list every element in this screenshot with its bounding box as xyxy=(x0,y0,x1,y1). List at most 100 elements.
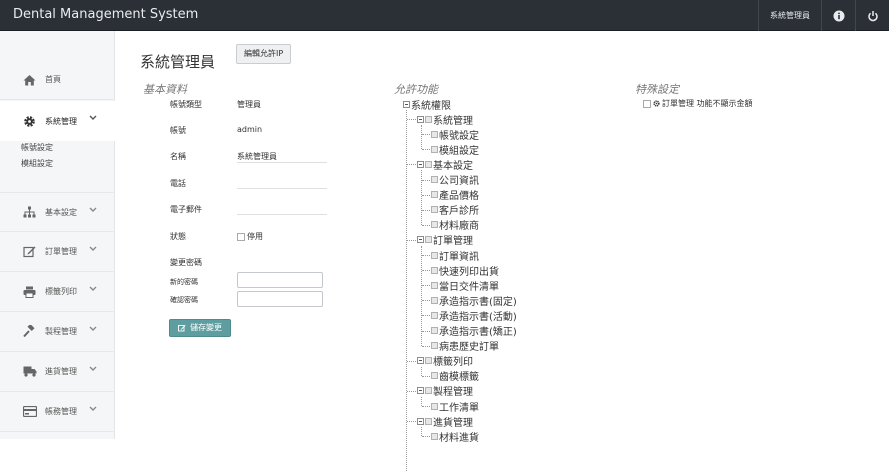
tree-connector xyxy=(422,255,430,256)
tree-connector xyxy=(422,375,430,377)
tree-leaf-node: 帳號設定 xyxy=(431,127,479,142)
hide-amount-checkbox[interactable] xyxy=(643,99,651,108)
tree-collapse-icon[interactable] xyxy=(417,115,424,123)
tree-checkbox[interactable] xyxy=(431,145,438,153)
confirm-password-input[interactable] xyxy=(237,291,323,307)
tree-checkbox[interactable] xyxy=(431,402,438,410)
tree-node-label[interactable]: 系統權限 xyxy=(411,97,451,112)
tree-checkbox[interactable] xyxy=(425,387,432,395)
info-button[interactable] xyxy=(821,0,855,31)
new-password-input[interactable] xyxy=(237,272,323,288)
tree-node-label[interactable]: 病患歷史訂單 xyxy=(439,338,499,353)
tree-connector xyxy=(422,179,430,181)
tree-leaf-node: 工作清單 xyxy=(431,399,479,414)
tree-node-label[interactable]: 材料進貨 xyxy=(439,429,479,444)
email-input[interactable] xyxy=(237,203,327,215)
logout-button[interactable] xyxy=(855,0,889,31)
tree-checkbox[interactable] xyxy=(425,115,432,123)
tree-node-label[interactable]: 快速列印出貨 xyxy=(439,263,499,278)
special-setting-hide-amount: 訂單管理 功能不顯示金額 xyxy=(643,98,753,109)
tree-node-label[interactable]: 當日交件清單 xyxy=(439,278,499,293)
tree-leaf-node: 訂單資訊 xyxy=(431,248,479,263)
tree-connector xyxy=(421,245,422,346)
tree-checkbox[interactable] xyxy=(431,206,438,214)
tree-node-label[interactable]: 工作清單 xyxy=(439,399,479,414)
tree-node-label[interactable]: 產品價格 xyxy=(439,187,479,202)
tree-collapse-icon[interactable] xyxy=(417,236,424,244)
edit-allowed-ip-button[interactable]: 編輯允許IP xyxy=(236,44,292,64)
save-changes-button[interactable]: 儲存變更 xyxy=(169,319,231,337)
tree-leaf-node: 當日交件清單 xyxy=(431,278,499,293)
card-icon xyxy=(22,404,37,419)
tree-checkbox[interactable] xyxy=(431,221,438,229)
tree-checkbox[interactable] xyxy=(425,417,432,425)
tree-checkbox[interactable] xyxy=(425,236,432,244)
tree-collapse-icon[interactable] xyxy=(417,417,424,425)
sidebar-item-account[interactable]: 帳務管理 xyxy=(0,392,115,432)
tree-collapse-icon[interactable] xyxy=(417,387,424,395)
gavel-icon xyxy=(22,324,37,339)
status-disable-checkbox-group: 停用 xyxy=(237,231,263,242)
tree-node-label[interactable]: 訂單管理 xyxy=(433,232,473,247)
tree-leaf-node: 材料廠商 xyxy=(431,217,479,232)
sidebar-sub-account[interactable]: 帳號設定 xyxy=(21,142,53,153)
tree-node-label[interactable]: 承造指示書(活動) xyxy=(439,308,517,323)
sidebar-sub-module[interactable]: 模組設定 xyxy=(21,158,53,169)
tree-collapse-icon[interactable] xyxy=(403,100,410,108)
sidebar-item-system[interactable]: 系統管理 xyxy=(0,101,115,141)
sidebar-item-label: 系統管理 xyxy=(45,116,77,126)
tree-node-label[interactable]: 訂單資訊 xyxy=(439,248,479,263)
tree-node-label[interactable]: 客戶診所 xyxy=(439,202,479,217)
tree-checkbox[interactable] xyxy=(431,130,438,138)
tree-node-label[interactable]: 基本設定 xyxy=(433,157,473,172)
tree-collapse-icon[interactable] xyxy=(417,160,424,168)
phone-input[interactable] xyxy=(237,177,327,189)
chevron-down-icon xyxy=(89,207,97,212)
tree-node-label[interactable]: 進貨管理 xyxy=(433,414,473,429)
name-input[interactable]: 系統管理員 xyxy=(237,151,277,162)
sidebar-item-process[interactable]: 製程管理 xyxy=(0,312,115,352)
tree-checkbox[interactable] xyxy=(431,251,438,259)
sidebar-item-home[interactable]: 首頁 xyxy=(0,60,115,100)
tree-checkbox[interactable] xyxy=(425,357,432,365)
tree-checkbox[interactable] xyxy=(431,327,438,334)
email-label: 電子郵件 xyxy=(170,205,202,214)
tree-checkbox[interactable] xyxy=(431,372,438,380)
tree-node-label[interactable]: 標籤列印 xyxy=(433,353,473,368)
tree-node-label[interactable]: 公司資訊 xyxy=(439,172,479,187)
tree-collapse-icon[interactable] xyxy=(417,357,424,365)
sidebar-item-purchase[interactable]: 進貨管理 xyxy=(0,352,115,392)
tree-node-label[interactable]: 模組設定 xyxy=(439,142,479,157)
tree-checkbox[interactable] xyxy=(431,176,438,183)
tree-connector xyxy=(407,164,416,166)
tree-leaf-node: 承造指示書(活動) xyxy=(431,308,517,323)
brand-title[interactable]: Dental Management System xyxy=(13,7,198,22)
tree-connector xyxy=(422,224,430,226)
sidebar-item-basic[interactable]: 基本設定 xyxy=(0,192,115,232)
tree-checkbox[interactable] xyxy=(431,311,438,319)
name-label: 名稱 xyxy=(170,152,186,161)
tree-connector xyxy=(421,170,422,225)
tree-checkbox[interactable] xyxy=(431,191,438,199)
tree-node-label[interactable]: 承造指示書(固定) xyxy=(439,293,517,308)
current-user-menu[interactable]: 系統管理員 xyxy=(758,0,821,31)
tree-checkbox[interactable] xyxy=(431,296,438,304)
tree-checkbox[interactable] xyxy=(431,281,438,289)
tree-node-label[interactable]: 製程管理 xyxy=(433,383,473,398)
tree-leaf-node: 客戶診所 xyxy=(431,202,479,217)
tree-node-label[interactable]: 材料廠商 xyxy=(439,217,479,232)
tree-node-label[interactable]: 齒模標籤 xyxy=(439,368,479,383)
tree-node-label[interactable]: 承造指示書(矯正) xyxy=(439,323,517,338)
account-type-label: 帳號類型 xyxy=(170,100,202,109)
disable-checkbox[interactable] xyxy=(237,232,245,241)
tree-checkbox[interactable] xyxy=(431,342,438,350)
sidebar-item-label-print[interactable]: 標籤列印 xyxy=(0,272,115,312)
tree-connector xyxy=(407,119,416,121)
tree-node-label[interactable]: 系統管理 xyxy=(433,112,473,127)
tree-node-label[interactable]: 帳號設定 xyxy=(439,127,479,142)
sidebar-item-order[interactable]: 訂單管理 xyxy=(0,232,115,272)
sidebar-item-label: 製程管理 xyxy=(45,327,77,336)
sidebar-item-label: 首頁 xyxy=(45,75,61,84)
tree-checkbox[interactable] xyxy=(425,160,432,168)
tree-checkbox[interactable] xyxy=(431,266,438,274)
